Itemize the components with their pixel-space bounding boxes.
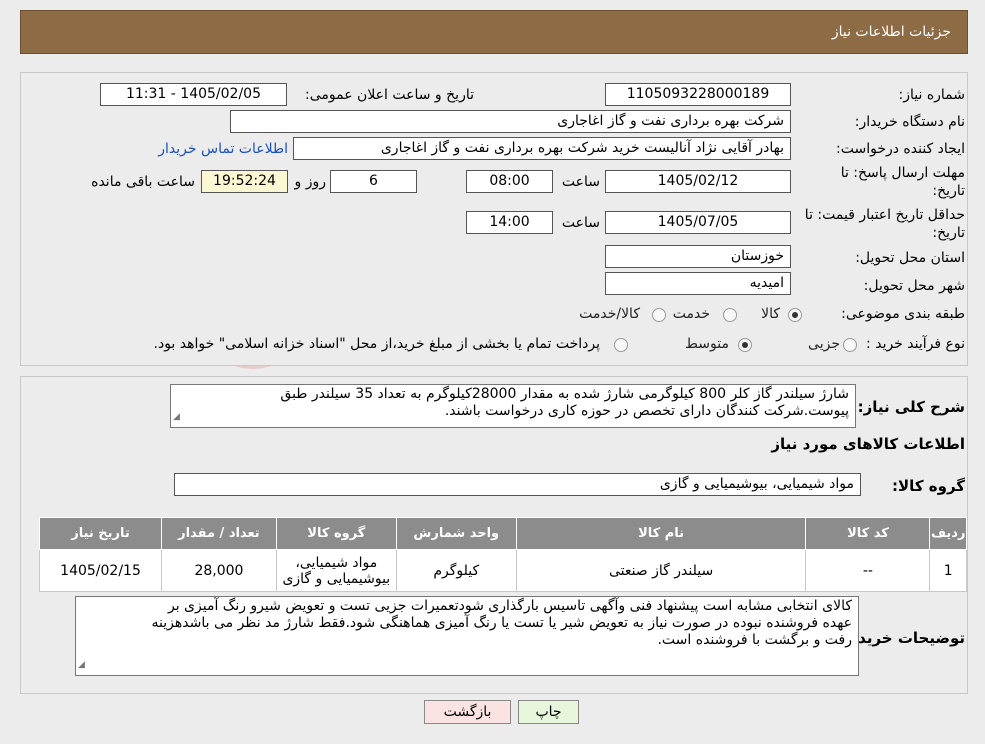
back-button[interactable]: بازگشت [424,700,511,724]
buyer-notes-line-3: رفت و برگشت با فروشنده است. [657,632,852,648]
print-button[interactable]: چاپ [518,700,579,724]
buyer-notes-textarea[interactable]: کالای انتخابی مشابه است پیشنهاد فنی وآگه… [75,596,859,676]
category-label: طبقه بندی موضوعی: [841,306,965,322]
category-radio-service[interactable] [723,308,737,322]
cell-unit: کیلوگرم [395,549,517,592]
category-option-service: خدمت [672,306,710,322]
col-header-date: تاریخ نیاز [38,517,163,550]
validity-time-field: 14:00 [466,211,553,234]
category-radio-goods[interactable] [788,308,802,322]
process-note: پرداخت تمام یا بخشی از مبلغ خرید،از محل … [153,336,600,352]
cell-code: -- [805,549,931,592]
col-header-row: ردیف [929,517,967,550]
validity-date-field: 1405/07/05 [605,211,791,234]
process-label: نوع فرآیند خرید : [866,336,965,352]
buyer-notes-line-2: عهده فروشنده نبوده در صورت نیاز به تعویض… [151,615,852,631]
city-field: امیدیه [605,272,791,295]
summary-line-2: پیوست.شرکت کنندگان دارای تخصص در حوزه کا… [444,403,849,419]
need-number-label: شماره نیاز: [898,87,966,103]
cell-date: 1405/02/15 [38,549,163,592]
deadline-label: مهلت ارسال پاسخ: تا [840,165,965,181]
goods-table: ردیف کد کالا نام کالا واحد شمارش گروه کا… [38,517,967,592]
creator-label: ایجاد کننده درخواست: [836,141,965,157]
days-remaining-field: 6 [330,170,417,193]
goods-info-title: اطلاعات کالاهای مورد نیاز [771,435,965,453]
category-option-goods-service: کالا/خدمت [579,306,640,322]
process-radio-treasury[interactable] [614,338,628,352]
city-label: شهر محل تحویل: [863,278,965,294]
buyer-contact-link[interactable]: اطلاعات تماس خریدار [158,141,288,157]
remaining-label: ساعت باقی مانده [91,174,195,190]
province-label: استان محل تحویل: [855,250,965,266]
goods-group-label: گروه کالا: [892,477,965,495]
col-header-quantity: تعداد / مقدار [161,517,277,550]
col-header-unit: واحد شمارش [395,517,517,550]
col-header-name: نام کالا [515,517,807,550]
validity-label: حداقل تاریخ اعتبار قیمت: تا [804,207,965,223]
resize-grip-icon[interactable]: ◢ [78,657,85,674]
buyer-org-label: نام دستگاه خریدار: [854,114,965,130]
announce-label: تاریخ و ساعت اعلان عمومی: [305,87,474,103]
cell-row: 1 [929,549,967,592]
validity-hour-label: ساعت [561,215,600,231]
category-radio-goods-service[interactable] [652,308,666,322]
deadline-hour-label: ساعت [561,174,600,190]
cell-group: مواد شیمیایی، بیوشیمیایی و گازی [275,549,397,592]
process-option-medium: متوسط [685,336,729,352]
cell-group-line-1: مواد شیمیایی، [295,554,378,571]
remaining-time-field: 19:52:24 [201,170,288,193]
page-header: جزئیات اطلاعات نیاز [20,10,968,54]
process-radio-partial[interactable] [843,338,857,352]
deadline-time-field: 08:00 [466,170,553,193]
col-header-group: گروه کالا [275,517,397,550]
buyer-org-field: شرکت بهره برداری نفت و گاز اغاجاری [230,110,791,133]
category-option-goods: کالا [761,306,780,322]
days-label: روز و [294,174,327,190]
creator-field: بهادر آقایی نژاد آنالیست خرید شرکت بهره … [293,137,791,160]
table-row: 1 -- سیلندر گاز صنعتی کیلوگرم مواد شیمیا… [38,549,967,592]
deadline-label-date: تاریخ: [932,183,965,199]
resize-grip-icon[interactable]: ◢ [173,409,180,426]
table-header-row: ردیف کد کالا نام کالا واحد شمارش گروه کا… [38,517,967,550]
process-option-partial: جزیی [808,336,840,352]
summary-line-1: شارژ سیلندر گاز کلر 800 کیلوگرمی شارژ شد… [280,386,849,402]
summary-textarea[interactable]: شارژ سیلندر گاز کلر 800 کیلوگرمی شارژ شد… [170,384,856,428]
cell-name: سیلندر گاز صنعتی [515,549,807,592]
goods-group-field: مواد شیمیایی، بیوشیمیایی و گازی [174,473,861,496]
page-title: جزئیات اطلاعات نیاز [831,24,951,40]
buyer-notes-line-1: کالای انتخابی مشابه است پیشنهاد فنی وآگه… [167,598,852,614]
announce-datetime-field: 1405/02/05 - 11:31 [100,83,287,106]
need-number-field: 1105093228000189 [605,83,791,106]
validity-label-date: تاریخ: [932,225,965,241]
process-radio-medium[interactable] [738,338,752,352]
province-field: خوزستان [605,245,791,268]
deadline-date-field: 1405/02/12 [605,170,791,193]
summary-label: شرح کلی نیاز: [857,398,965,416]
cell-group-line-2: بیوشیمیایی و گازی [282,570,391,587]
cell-quantity: 28,000 [161,549,277,592]
col-header-code: کد کالا [805,517,931,550]
